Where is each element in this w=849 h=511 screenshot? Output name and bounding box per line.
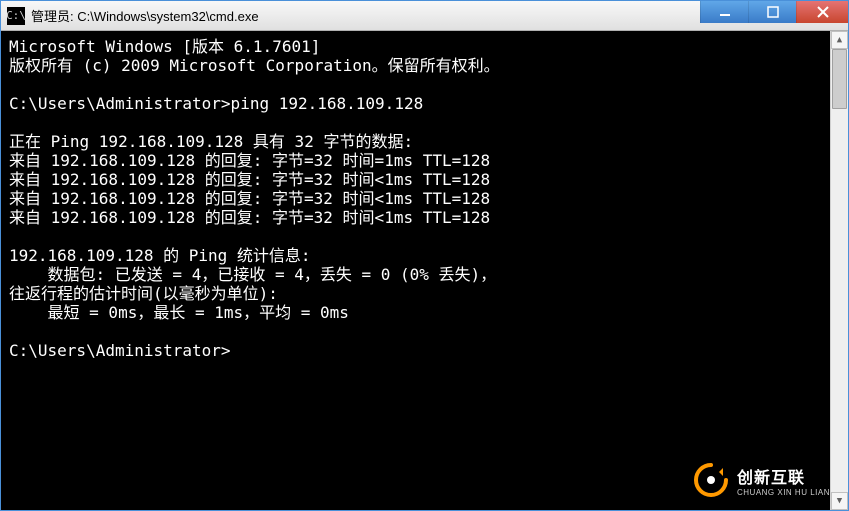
cmd-window: C:\ 管理员: C:\Windows\system32\cmd.exe Mic… — [0, 0, 849, 511]
minimize-icon — [719, 6, 731, 18]
scroll-thumb[interactable] — [832, 49, 847, 109]
close-button[interactable] — [796, 1, 848, 23]
scroll-down-button[interactable]: ▼ — [831, 492, 848, 510]
maximize-button[interactable] — [748, 1, 796, 23]
cmd-icon: C:\ — [7, 7, 25, 25]
titlebar[interactable]: C:\ 管理员: C:\Windows\system32\cmd.exe — [1, 1, 848, 31]
window-controls — [700, 1, 848, 23]
minimize-button[interactable] — [700, 1, 748, 23]
window-title: 管理员: C:\Windows\system32\cmd.exe — [31, 6, 259, 25]
terminal-output[interactable]: Microsoft Windows [版本 6.1.7601] 版权所有 (c)… — [1, 31, 848, 510]
close-icon — [817, 6, 829, 18]
scrollbar[interactable]: ▲ ▼ — [830, 31, 848, 510]
scroll-track[interactable] — [831, 49, 848, 492]
scroll-up-button[interactable]: ▲ — [831, 31, 848, 49]
maximize-icon — [767, 6, 779, 18]
